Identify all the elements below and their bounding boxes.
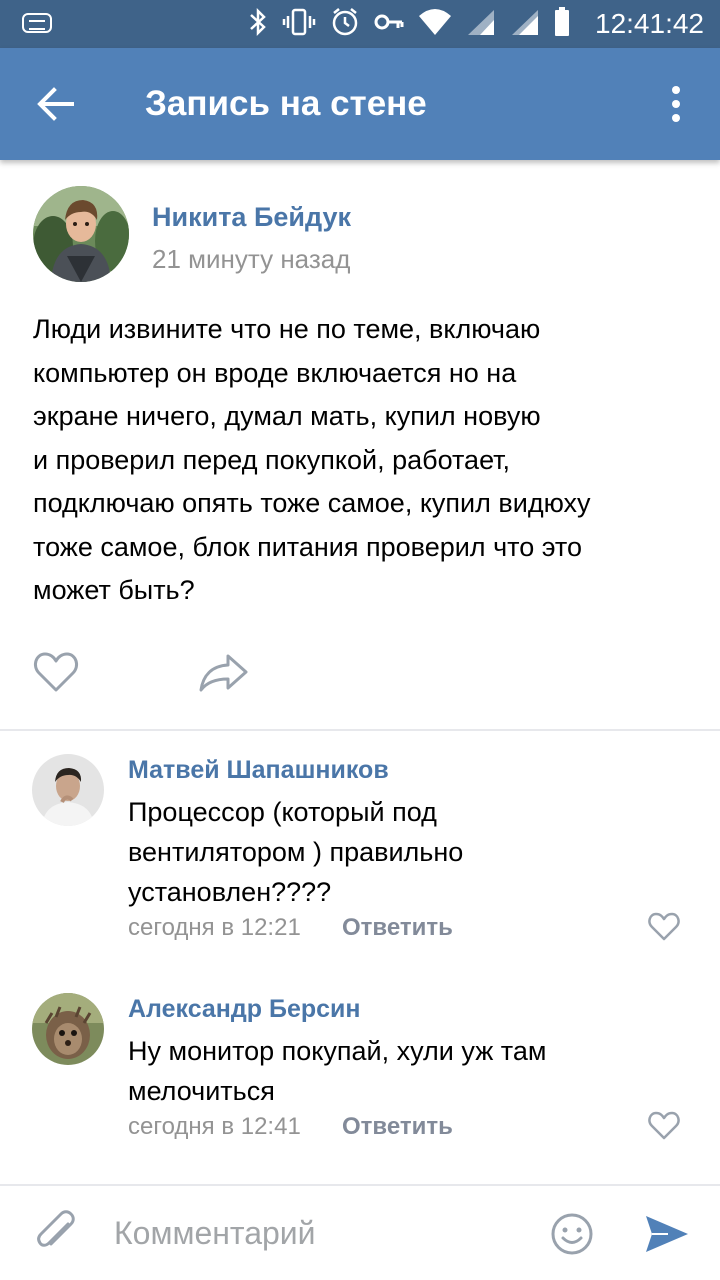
signal-icon — [466, 8, 496, 41]
emoji-smile-icon[interactable] — [550, 1212, 594, 1256]
comment-text-line: вентилятором ) правильно — [128, 837, 464, 867]
post-text-line: Люди извините что не по теме, включаю — [33, 314, 541, 344]
post-text-line: может быть? — [33, 575, 195, 605]
status-time: 12:41:42 — [595, 8, 704, 39]
post-text: Люди извините что не по теме, включаю ко… — [33, 308, 693, 613]
comment-text: Процессор (который под вентилятором ) пр… — [128, 792, 688, 912]
alarm-icon — [330, 7, 360, 42]
post-text-line: тоже самое, блок питания проверил что эт… — [33, 531, 582, 562]
like-heart-icon[interactable] — [648, 912, 680, 942]
signal-icon — [510, 8, 540, 41]
app-bar: Запись на стене — [0, 48, 720, 160]
share-icon[interactable] — [198, 650, 250, 694]
like-heart-icon[interactable] — [33, 650, 79, 694]
post-text-line: и проверил перед покупкой, работает, — [33, 444, 511, 475]
post-text-line: экране ничего, думал мать, купил новую — [33, 401, 541, 431]
avatar[interactable] — [32, 993, 104, 1065]
arrow-back-icon[interactable] — [36, 84, 76, 124]
post-text-line: компьютер он вроде включается но на — [33, 357, 517, 388]
comment-text: Ну монитор покупай, хули уж там мелочить… — [128, 1031, 688, 1111]
post-text-line: подключаю опять тоже самое, купил видюху — [33, 488, 591, 518]
bluetooth-icon — [248, 7, 268, 42]
reply-button[interactable]: Ответить — [342, 1113, 453, 1141]
post-time: 21 минуту назад — [152, 244, 351, 274]
keyboard-icon — [22, 13, 52, 33]
avatar[interactable] — [33, 186, 129, 282]
reply-button[interactable]: Ответить — [342, 914, 453, 942]
comment-time: сегодня в 12:21 — [128, 914, 301, 941]
avatar[interactable] — [32, 754, 104, 826]
comment-text-line: установлен???? — [128, 877, 332, 907]
status-bar: 12:41:42 — [0, 0, 720, 48]
status-icons — [248, 6, 570, 42]
comment-composer — [0, 1184, 720, 1280]
send-icon[interactable] — [642, 1210, 690, 1258]
comment-text-line: Ну монитор покупай, хули уж там — [128, 1036, 547, 1066]
like-heart-icon[interactable] — [648, 1111, 680, 1141]
vibrate-icon — [282, 7, 316, 42]
key-icon — [374, 7, 404, 42]
comment-time: сегодня в 12:41 — [128, 1113, 301, 1140]
comment-author[interactable]: Матвей Шапашников — [128, 756, 389, 785]
page-title: Запись на стене — [145, 84, 427, 123]
comment-text-line: мелочиться — [128, 1076, 275, 1106]
comment-author[interactable]: Александр Берсин — [128, 995, 361, 1024]
comment-text-line: Процессор (который под — [128, 797, 437, 827]
battery-icon — [554, 6, 570, 42]
attach-paperclip-icon[interactable] — [34, 1210, 80, 1256]
wifi-icon — [418, 8, 452, 41]
divider — [0, 729, 720, 731]
comment-input[interactable] — [114, 1210, 514, 1256]
post-author[interactable]: Никита Бейдук — [152, 202, 351, 233]
more-vertical-icon[interactable] — [664, 84, 688, 124]
